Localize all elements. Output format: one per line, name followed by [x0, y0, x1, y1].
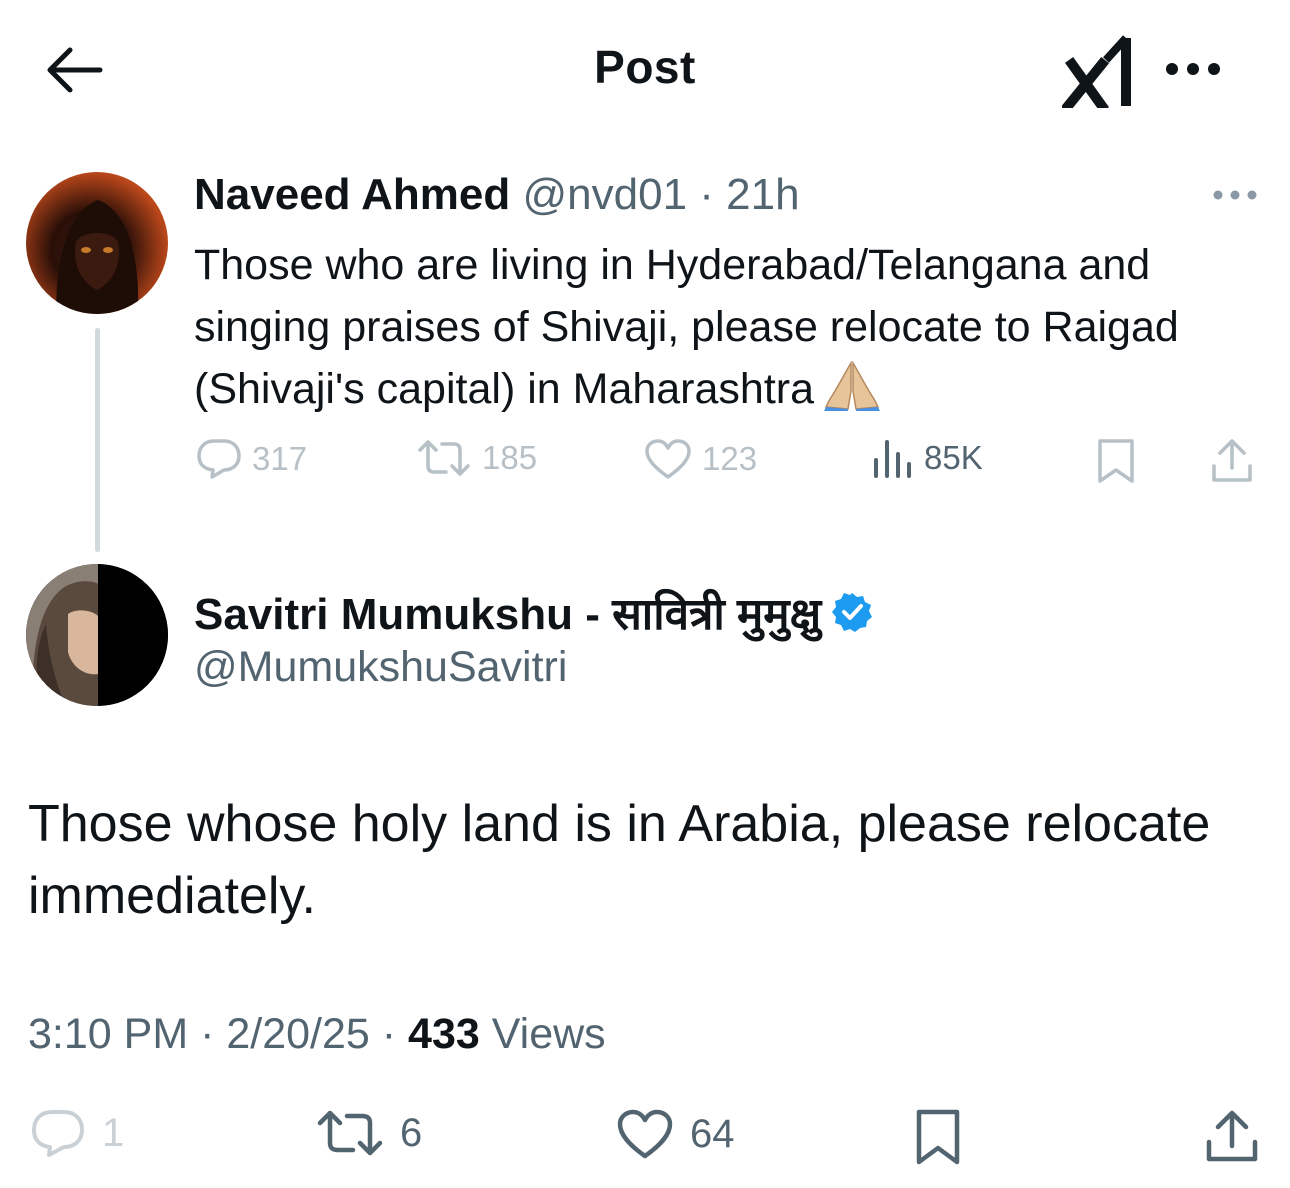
- like-button[interactable]: 123: [644, 438, 757, 480]
- author-name[interactable]: Naveed Ahmed: [194, 170, 510, 219]
- repost-icon: [418, 440, 470, 476]
- views-label: Views: [479, 1010, 606, 1058]
- analytics-icon: [874, 440, 911, 478]
- meta-separator: ·: [369, 1010, 409, 1058]
- reply-button[interactable]: 317: [196, 438, 307, 480]
- repost-count: 185: [482, 439, 538, 476]
- reply-count: 317: [252, 440, 308, 477]
- parent-post-actions: 317 185 123 85K: [0, 438, 1290, 488]
- more-options-icon[interactable]: [1164, 60, 1222, 78]
- folded-hands-emoji-icon: [824, 361, 881, 411]
- reply-button[interactable]: 1: [30, 1108, 124, 1158]
- heart-icon: [645, 439, 691, 479]
- bookmark-icon: [916, 1109, 960, 1165]
- meta-separator: ·: [687, 170, 727, 219]
- like-button[interactable]: 64: [616, 1108, 735, 1160]
- reply-icon: [197, 439, 241, 479]
- reply-icon: [32, 1110, 84, 1157]
- main-post-text: Those whose holy land is in Arabia, plea…: [28, 795, 1211, 925]
- bookmark-button[interactable]: [914, 1108, 962, 1166]
- post-time[interactable]: 21h: [726, 170, 799, 219]
- like-count: 123: [702, 440, 758, 477]
- avatar[interactable]: [26, 172, 168, 314]
- post-time[interactable]: 3:10 PM: [28, 1010, 188, 1058]
- main-post-author-row: Savitri Mumukshu - सावित्री मुमुक्षु: [194, 582, 873, 642]
- view-count: 85K: [924, 439, 983, 476]
- parent-post-text: Those who are living in Hyderabad/Telang…: [194, 234, 1264, 420]
- share-button[interactable]: [1210, 438, 1254, 484]
- views-button[interactable]: 85K: [870, 438, 983, 478]
- post-date[interactable]: 2/20/25: [226, 1010, 369, 1058]
- view-count[interactable]: 433: [408, 1010, 480, 1058]
- author-handle[interactable]: @nvd01: [522, 170, 687, 219]
- share-icon: [1212, 439, 1252, 482]
- repost-icon: [317, 1110, 383, 1156]
- post-text: Those who are living in Hyderabad/Telang…: [194, 241, 1179, 413]
- share-icon: [1206, 1110, 1258, 1162]
- reply-count: 1: [102, 1110, 125, 1155]
- meta-separator: ·: [188, 1010, 227, 1058]
- verified-badge-icon[interactable]: [831, 591, 873, 633]
- bookmark-button[interactable]: [1096, 438, 1136, 484]
- repost-button[interactable]: 6: [316, 1108, 422, 1158]
- like-count: 64: [690, 1111, 735, 1156]
- repost-count: 6: [400, 1110, 423, 1155]
- repost-button[interactable]: 185: [416, 438, 537, 478]
- author-handle[interactable]: @MumukshuSavitri: [194, 643, 567, 692]
- grok-logo-icon[interactable]: [1062, 34, 1134, 108]
- post-metadata: 3:10 PM · 2/20/25 · 433 Views: [28, 1010, 606, 1059]
- bookmark-icon: [1098, 439, 1134, 483]
- share-button[interactable]: [1204, 1108, 1260, 1164]
- heart-icon: [617, 1109, 673, 1159]
- avatar[interactable]: [26, 564, 168, 706]
- main-post-actions: 1 6 64: [0, 1108, 1290, 1172]
- parent-post-header: Naveed Ahmed @nvd01 · 21h: [194, 170, 800, 220]
- author-name[interactable]: Savitri Mumukshu - सावित्री मुमुक्षु: [194, 582, 821, 642]
- more-options-icon[interactable]: [1212, 188, 1258, 202]
